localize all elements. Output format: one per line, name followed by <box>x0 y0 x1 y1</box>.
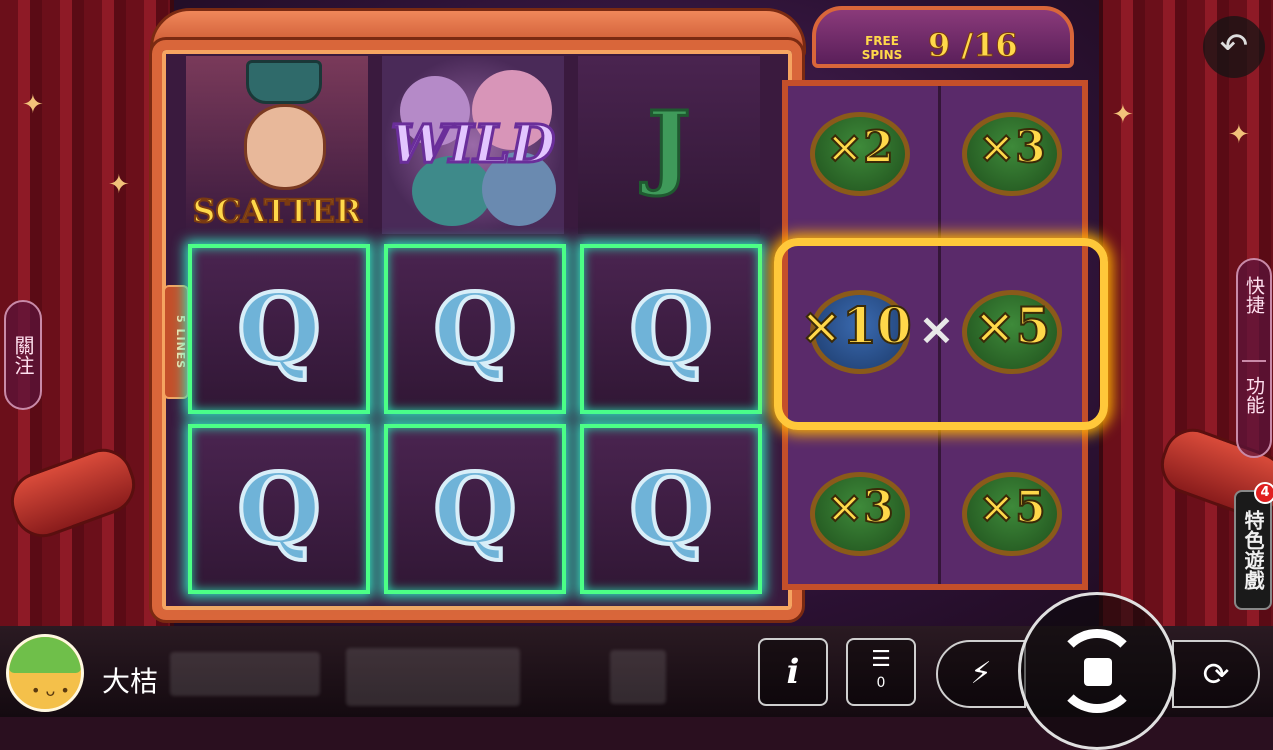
symbol-q-winning: Q <box>580 424 762 594</box>
bet-blurred[interactable] <box>346 648 520 706</box>
sparkle-icon: ✦ <box>108 170 130 200</box>
multiplier-value: ×2 <box>825 121 894 174</box>
sparkle-icon: ✦ <box>22 90 44 120</box>
quick-button[interactable]: 快捷 <box>1238 276 1270 314</box>
undo-arrow-icon: ↶ <box>1219 26 1249 66</box>
symbol-letter: Q <box>431 271 519 388</box>
symbol-q-winning: Q <box>580 244 762 414</box>
auto-play-button[interactable]: ⟳ <box>1172 640 1260 708</box>
symbol-scatter: SCATTER <box>186 56 368 234</box>
spins-label: SPINS <box>861 48 903 62</box>
wild-label: WILD <box>389 113 556 177</box>
hat-icon <box>246 60 322 104</box>
auto-play-icon: ⟳ <box>1202 655 1230 693</box>
doll-face-icon <box>244 104 326 190</box>
divider <box>1242 360 1266 362</box>
info-icon: i <box>786 652 800 692</box>
back-button[interactable]: ↶ <box>1203 16 1265 78</box>
lightning-icon: ⚡ <box>970 656 992 691</box>
turbo-button[interactable]: ⚡ <box>936 640 1026 708</box>
free-spins-label: FREE SPINS <box>852 34 912 62</box>
symbol-letter: Q <box>627 451 715 568</box>
symbol-q-winning: Q <box>188 244 370 414</box>
balance-blurred <box>170 652 320 696</box>
free-label: FREE <box>865 34 899 48</box>
follow-button[interactable]: 關注 <box>4 300 42 410</box>
multiplier-value: ×5 <box>977 481 1046 534</box>
symbol-letter: J <box>646 90 693 201</box>
avatar-face-icon: • ᴗ • <box>31 681 70 700</box>
symbol-letter: Q <box>235 451 323 568</box>
history-button[interactable]: ☰ 0 <box>846 638 916 706</box>
spin-button[interactable] <box>1018 592 1176 750</box>
active-multiplier-frame <box>774 238 1108 430</box>
symbol-letter: Q <box>627 271 715 388</box>
quick-function-panel: 快捷 功能 <box>1236 258 1272 458</box>
feature-game-button[interactable]: 特色遊戲 <box>1234 490 1272 610</box>
free-spins-count: 9 /16 <box>928 26 1019 65</box>
feature-badge: 4 <box>1254 482 1273 504</box>
history-icon: ☰ <box>871 647 891 672</box>
symbol-letter: Q <box>431 451 519 568</box>
symbol-wild: WILD <box>382 56 564 234</box>
symbol-j: J <box>578 56 760 234</box>
lines-indicator: 5 LINES <box>163 285 189 399</box>
symbol-q-winning: Q <box>384 244 566 414</box>
multiplier-value: ×3 <box>977 121 1046 174</box>
username: 大桔 <box>102 665 159 698</box>
avatar-hat-icon <box>9 637 81 673</box>
sparkle-icon: ✦ <box>1228 120 1250 150</box>
function-button[interactable]: 功能 <box>1238 376 1270 414</box>
win-blurred <box>610 650 666 704</box>
info-button[interactable]: i <box>758 638 828 706</box>
symbol-q-winning: Q <box>188 424 370 594</box>
avatar[interactable]: • ᴗ • <box>6 634 84 712</box>
sparkle-icon: ✦ <box>1112 100 1134 130</box>
stop-icon <box>1084 658 1112 686</box>
symbol-q-winning: Q <box>384 424 566 594</box>
multiplier-value: ×3 <box>825 481 894 534</box>
history-count: 0 <box>876 675 886 691</box>
symbol-letter: Q <box>235 271 323 388</box>
scatter-label: SCATTER <box>191 191 362 231</box>
